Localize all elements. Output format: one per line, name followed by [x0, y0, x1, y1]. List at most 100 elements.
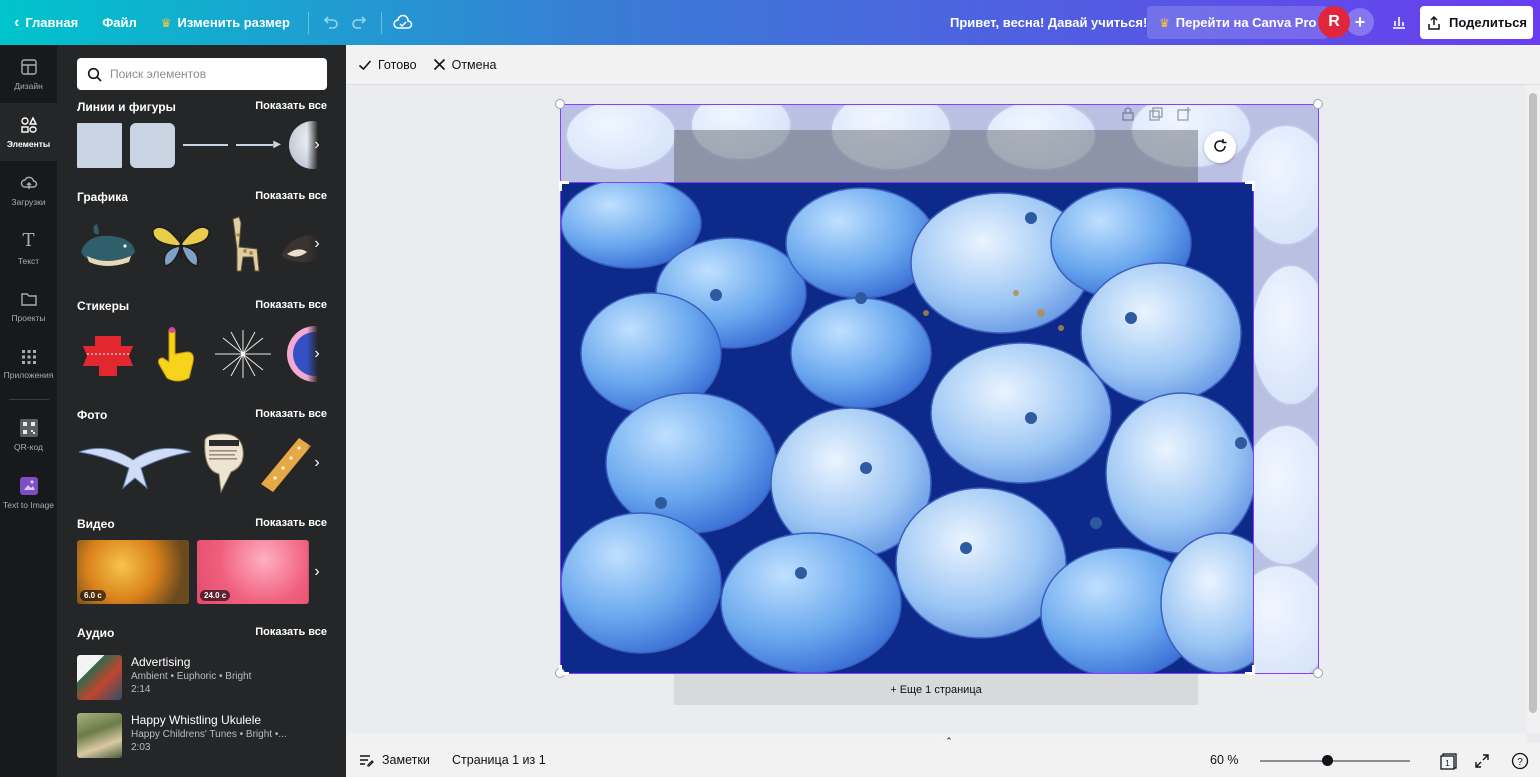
rail-item-projects[interactable]: Проекты [0, 277, 57, 335]
section-header-videos: Видео Показать все [77, 517, 327, 531]
videos-row: 6.0 с 24.0 с › [77, 540, 327, 604]
rail-item-elements[interactable]: Элементы [0, 103, 57, 161]
rail-label: Проекты [11, 312, 46, 323]
chevron-right-icon[interactable]: › [307, 213, 327, 275]
crown-icon: ♛ [160, 15, 172, 30]
rail-item-uploads[interactable]: Загрузки [0, 161, 57, 219]
crop-corner-handle[interactable] [559, 181, 569, 191]
section-header-lines: Линии и фигуры Показать все [77, 100, 327, 114]
rail-item-apps[interactable]: Приложения [0, 335, 57, 393]
resize-handle[interactable] [1313, 668, 1323, 678]
page-indicator: Страница 1 из 1 [452, 753, 546, 767]
rail-label: Элементы [6, 138, 51, 149]
svg-text:?: ? [1517, 757, 1523, 768]
add-page-button[interactable]: + Еще 1 страница [674, 675, 1198, 705]
shapes-row: ▶ › [77, 114, 327, 176]
cancel-button[interactable]: Отмена [433, 57, 497, 72]
zoom-value[interactable]: 60 % [1210, 753, 1239, 767]
chevron-right-icon[interactable]: › [307, 323, 327, 385]
chevron-up-icon[interactable]: ⌃ [936, 735, 962, 747]
bird-photo[interactable] [77, 434, 193, 492]
undo-button[interactable] [315, 8, 345, 38]
zoom-slider-knob[interactable] [1322, 755, 1333, 766]
page-count-badge: 1 [1445, 759, 1450, 768]
file-menu[interactable]: Файл [90, 0, 149, 45]
section-title: Графика [77, 190, 128, 204]
video-thumbnail[interactable]: 6.0 с [77, 540, 189, 604]
file-label: Файл [102, 15, 137, 30]
rotate-button[interactable] [1204, 131, 1236, 163]
show-all-link[interactable]: Показать все [255, 626, 327, 640]
chevron-right-icon[interactable]: › [307, 432, 327, 494]
audio-duration: 2:03 [131, 742, 151, 753]
video-duration: 24.0 с [200, 590, 231, 601]
rail-item-text[interactable]: T Текст [0, 219, 57, 277]
qr-code-icon [19, 418, 38, 437]
crop-corner-handle[interactable] [1245, 181, 1255, 191]
left-rail: Дизайн Элементы Загрузки T Текст Проекты… [0, 45, 57, 777]
add-people-button[interactable]: + [1346, 8, 1374, 36]
resize-button[interactable]: ♛ Изменить размер [149, 0, 302, 45]
duplicate-icon[interactable] [1149, 107, 1163, 121]
search-input[interactable]: Поиск элементов [77, 58, 327, 90]
pointing-hand-sticker[interactable] [147, 324, 203, 384]
rounded-square-shape[interactable] [130, 122, 175, 168]
page-count-button[interactable]: 1 [1440, 752, 1458, 770]
crop-frame-outline [560, 182, 1254, 674]
share-button[interactable]: Поделиться [1420, 6, 1533, 39]
rail-item-design[interactable]: Дизайн [0, 45, 57, 103]
video-thumbnail[interactable]: 24.0 с [197, 540, 309, 604]
cancel-label: Отмена [451, 57, 497, 72]
notes-button[interactable]: Заметки [358, 752, 430, 768]
chevron-right-icon[interactable]: › [307, 540, 327, 604]
resize-handle[interactable] [555, 99, 565, 109]
audio-track[interactable]: Advertising Ambient • Euphoric • Bright … [77, 655, 327, 701]
help-button[interactable]: ? [1511, 752, 1529, 770]
share-label: Поделиться [1448, 15, 1528, 30]
show-all-link[interactable]: Показать все [255, 100, 327, 114]
arrow-line-shape[interactable]: ▶ [236, 140, 281, 150]
rotate-icon [1214, 139, 1227, 152]
zoom-slider[interactable] [1260, 760, 1410, 762]
audio-meta: Happy Childrens' Tunes • Bright •... [131, 729, 287, 740]
avatar[interactable]: R [1318, 6, 1350, 38]
paper-photo[interactable] [201, 432, 247, 494]
section-header-graphics: Графика Показать все [77, 190, 327, 204]
show-all-link[interactable]: Показать все [255, 299, 327, 313]
add-page-icon[interactable] [1177, 107, 1191, 121]
butterfly-graphic[interactable] [149, 216, 213, 272]
check-icon [358, 59, 372, 70]
scrollbar-thumb[interactable] [1529, 93, 1537, 713]
rail-item-qr-code[interactable]: QR-код [0, 406, 57, 464]
crop-corner-handle[interactable] [559, 665, 569, 675]
crop-corner-handle[interactable] [1245, 665, 1255, 675]
show-all-link[interactable]: Показать все [255, 190, 327, 204]
redo-button[interactable] [345, 8, 375, 38]
rail-divider [8, 399, 49, 400]
giraffe-graphic[interactable] [221, 213, 269, 275]
done-button[interactable]: Готово [358, 58, 417, 72]
home-button[interactable]: ‹ Главная [0, 0, 90, 45]
show-all-link[interactable]: Показать все [255, 517, 327, 531]
home-label: Главная [25, 15, 79, 30]
save-status-button[interactable] [388, 8, 418, 38]
resize-handle[interactable] [1313, 99, 1323, 109]
divider [307, 11, 309, 34]
audio-track[interactable]: Happy Whistling Ukulele Happy Childrens'… [77, 713, 327, 759]
valentines-sticker[interactable] [77, 326, 139, 382]
audio-duration: 2:14 [131, 684, 151, 695]
rail-item-text-to-image[interactable]: Text to Image [0, 464, 57, 522]
show-all-link[interactable]: Показать все [255, 408, 327, 422]
line-shape[interactable] [183, 144, 228, 146]
sparkle-sticker[interactable] [211, 326, 275, 382]
canva-pro-button[interactable]: ♛ Перейти на Canva Pro [1147, 6, 1329, 39]
undo-icon [323, 15, 338, 29]
chevron-right-icon[interactable]: › [307, 114, 327, 176]
insights-button[interactable] [1384, 7, 1414, 37]
fullscreen-button[interactable] [1473, 752, 1491, 770]
square-shape[interactable] [77, 122, 122, 168]
vertical-scrollbar[interactable] [1526, 85, 1540, 733]
whale-graphic[interactable] [77, 216, 141, 272]
section-header-audio: Аудио Показать все [77, 626, 327, 640]
lock-icon[interactable] [1121, 107, 1135, 121]
